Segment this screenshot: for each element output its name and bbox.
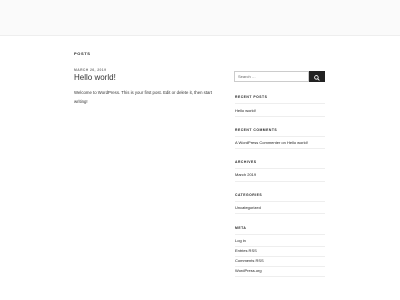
search-input[interactable] xyxy=(234,71,309,82)
post-title-link[interactable]: Hello world! xyxy=(74,73,116,82)
meta-divider xyxy=(235,256,325,257)
archives-divider xyxy=(235,181,325,182)
meta-login-link[interactable]: Log in xyxy=(235,238,246,243)
archives-heading: ARCHIVES xyxy=(235,160,257,164)
search-icon xyxy=(314,74,320,81)
meta-divider xyxy=(235,246,325,247)
meta-comments-rss-link[interactable]: Comments RSS xyxy=(235,258,264,263)
recent-post-link[interactable]: Hello world! xyxy=(235,108,256,113)
meta-heading: META xyxy=(235,226,247,230)
recent-comments-heading: RECENT COMMENTS xyxy=(235,128,278,132)
categories-divider xyxy=(235,213,325,214)
meta-wordpress-org-link[interactable]: WordPress.org xyxy=(235,268,262,273)
page-title: POSTS xyxy=(74,51,91,56)
categories-heading: CATEGORIES xyxy=(235,193,263,197)
categories-divider xyxy=(235,201,325,202)
recent-comments-divider xyxy=(235,136,325,137)
recent-posts-divider xyxy=(235,103,325,104)
meta-entries-rss-link[interactable]: Entries RSS xyxy=(235,248,257,253)
meta-divider xyxy=(235,266,325,267)
archives-divider xyxy=(235,168,325,169)
header-divider xyxy=(0,35,400,36)
meta-divider xyxy=(235,276,325,277)
meta-divider xyxy=(235,234,325,235)
category-link[interactable]: Uncategorized xyxy=(235,205,261,210)
recent-comment-link[interactable]: A WordPress Commenter on Hello world! xyxy=(235,140,308,145)
post-content: Welcome to WordPress. This is your first… xyxy=(74,90,213,104)
header-band xyxy=(0,0,400,35)
archive-link[interactable]: March 2019 xyxy=(235,172,256,177)
page: POSTS MARCH 26, 2019 Hello world! Welcom… xyxy=(0,0,400,300)
post-date-link[interactable]: MARCH 26, 2019 xyxy=(74,68,106,72)
recent-comments-divider xyxy=(235,148,325,149)
recent-posts-divider xyxy=(235,116,325,117)
recent-posts-heading: RECENT POSTS xyxy=(235,95,268,99)
search-button[interactable] xyxy=(309,71,325,82)
